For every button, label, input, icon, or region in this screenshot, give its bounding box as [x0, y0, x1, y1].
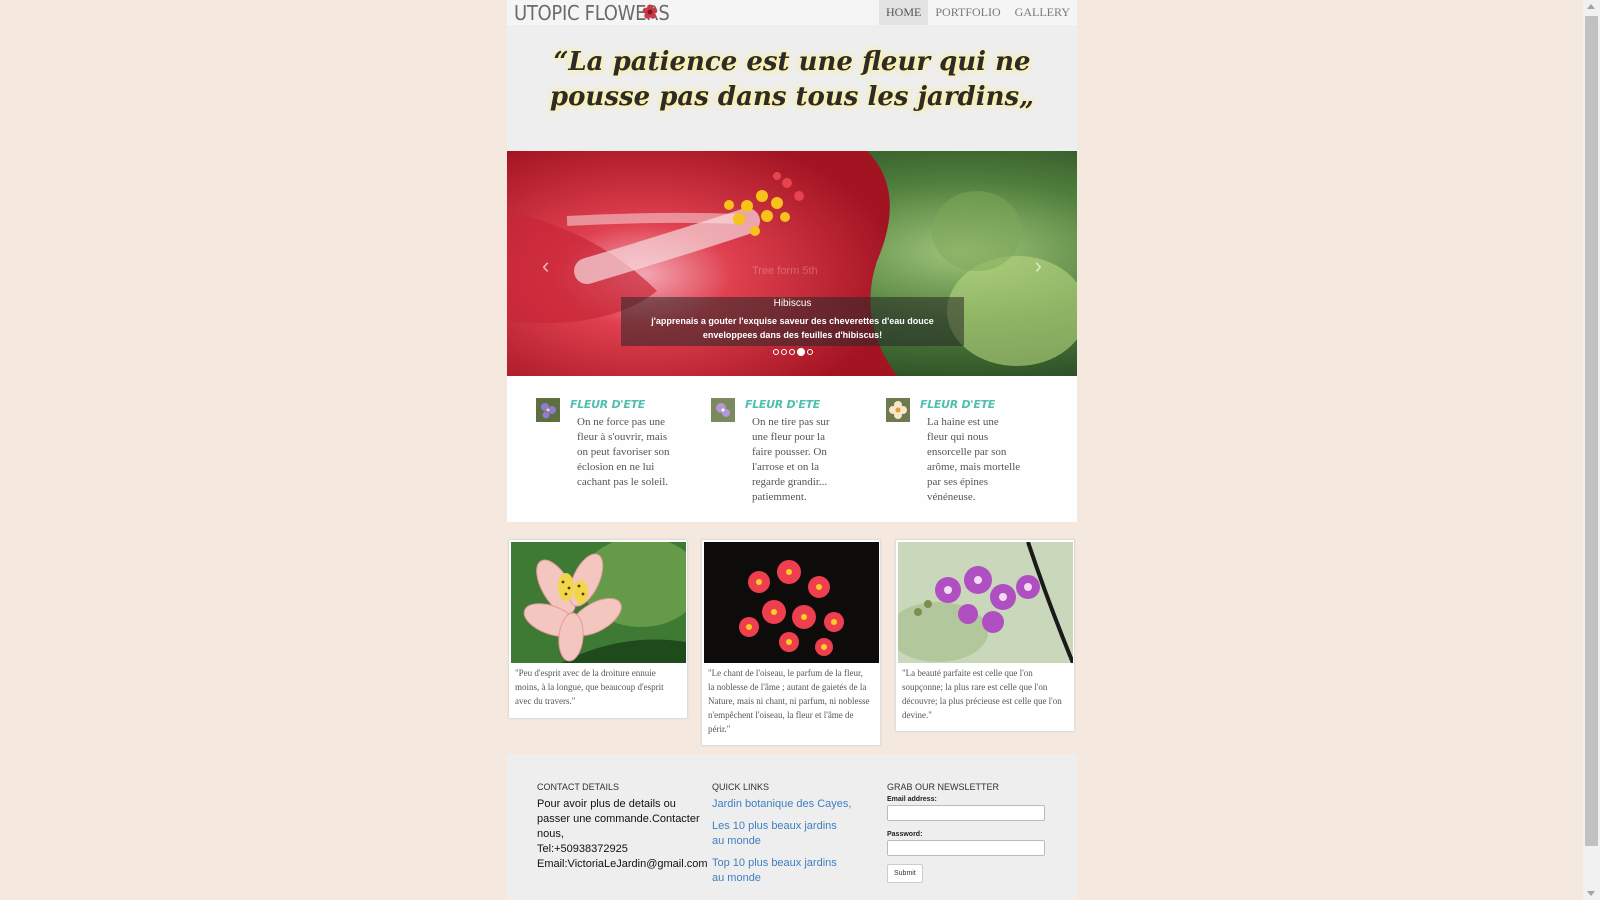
flower-logo-icon: [642, 4, 658, 19]
contact-heading: CONTACT DETAILS: [537, 782, 620, 792]
caption-title: Hibiscus: [773, 298, 812, 309]
scroll-down-icon[interactable]: [1587, 891, 1595, 896]
main-nav: HOME PORTFOLIO GALLERY: [879, 0, 1077, 25]
carousel-indicator-active[interactable]: [797, 348, 805, 356]
gallery-section: "Peu d'esprit avec de la droiture ennuie…: [507, 522, 1077, 754]
contact-email: Email:VictoriaLeJardin@gmail.com: [537, 858, 708, 870]
feature-title: FLEUR D'ETE: [570, 398, 645, 411]
carousel-indicator[interactable]: [773, 349, 779, 355]
quick-links-heading: QUICK LINKS: [712, 782, 770, 792]
feature-text: On ne tire pas sur une fleur pour la fai…: [752, 416, 830, 503]
gallery-card[interactable]: "La beauté parfaite est celle que l'on s…: [895, 539, 1075, 732]
feature-title: FLEUR D'ETE: [745, 398, 820, 411]
feature-title: FLEUR D'ETE: [920, 398, 995, 411]
features-section: FLEUR D'ETE On ne force pas une fleur à …: [507, 376, 1077, 522]
nav-home[interactable]: HOME: [879, 0, 929, 25]
password-label: Password:: [887, 831, 923, 838]
caption-text: j'apprenais a gouter l'exquise saveur de…: [651, 316, 934, 340]
link-top-10-jardins[interactable]: Top 10 plus beaux jardins au monde: [712, 856, 852, 886]
violet-flower-thumbnail: [536, 398, 560, 422]
quote-banner: “La patience est une fleur qui ne pousse…: [507, 25, 1077, 151]
newsletter-heading: GRAB OUR NEWSLETTER: [887, 782, 1000, 792]
feature-text: On ne force pas une fleur à s'ouvrir, ma…: [577, 416, 670, 488]
orange-orchid-photo: [704, 542, 879, 663]
link-jardin-cayes[interactable]: Jardin botanique des Cayes,: [712, 797, 852, 812]
header: UTOPIC FLOWERS HOME PORTFOLIO GALLERY: [507, 0, 1077, 25]
newsletter-form: GRAB OUR NEWSLETTER Email address: Passw…: [887, 782, 1045, 883]
contact-text: Pour avoir plus de details ou passer une…: [537, 797, 708, 872]
carousel-indicator[interactable]: [807, 349, 813, 355]
gallery-quote: "Peu d'esprit avec de la droiture ennuie…: [515, 668, 664, 706]
password-field[interactable]: [887, 840, 1045, 856]
carousel-caption: Hibiscus j'apprenais a gouter l'exquise …: [621, 297, 964, 346]
gallery-card[interactable]: "Le chant de l'oiseau, le parfum de la f…: [701, 539, 881, 746]
vertical-scrollbar[interactable]: [1583, 0, 1600, 900]
gallery-quote: "Le chant de l'oiseau, le parfum de la f…: [708, 668, 870, 734]
pale-flower-thumbnail: [886, 398, 910, 422]
footer: CONTACT DETAILS Pour avoir plus de detai…: [507, 754, 1077, 899]
contact-details: CONTACT DETAILS Pour avoir plus de detai…: [537, 782, 708, 872]
carousel-indicator[interactable]: [781, 349, 787, 355]
scrollbar-thumb[interactable]: [1585, 16, 1598, 846]
email-label: Email address:: [887, 796, 937, 803]
carousel-indicator[interactable]: [789, 349, 795, 355]
carousel-indicators: [773, 348, 813, 356]
carousel-next-icon[interactable]: ›: [1035, 253, 1042, 279]
slide-ghost-text: Tree form 5th: [752, 265, 818, 277]
feature-text: La haine est une fleur qui nous ensorcel…: [927, 416, 1021, 503]
contact-line: Pour avoir plus de details ou passer une…: [537, 798, 700, 840]
hero-quote: “La patience est une fleur qui ne pousse…: [549, 47, 1035, 112]
gallery-quote: "La beauté parfaite est celle que l'on s…: [902, 668, 1062, 720]
alstroemeria-photo: [511, 542, 686, 663]
scroll-up-icon[interactable]: [1587, 4, 1595, 9]
image-carousel: ‹ › Tree form 5th Hibiscus j'apprenais a…: [507, 151, 1077, 376]
carousel-prev-icon[interactable]: ‹: [542, 253, 549, 279]
link-10-jardins[interactable]: Les 10 plus beaux jardins au monde: [712, 819, 852, 849]
gallery-card[interactable]: "Peu d'esprit avec de la droiture ennuie…: [508, 539, 688, 719]
nav-portfolio[interactable]: PORTFOLIO: [928, 0, 1007, 25]
purple-orchid-photo: [898, 542, 1073, 663]
lilac-flower-thumbnail: [711, 398, 735, 422]
contact-tel: Tel:+50938372925: [537, 843, 628, 855]
nav-gallery[interactable]: GALLERY: [1008, 0, 1077, 25]
email-field[interactable]: [887, 805, 1045, 821]
quick-links: QUICK LINKS Jardin botanique des Cayes, …: [712, 782, 852, 886]
page-container: UTOPIC FLOWERS HOME PORTFOLIO GALLERY “L…: [507, 0, 1077, 899]
submit-button[interactable]: Submit: [887, 864, 923, 883]
